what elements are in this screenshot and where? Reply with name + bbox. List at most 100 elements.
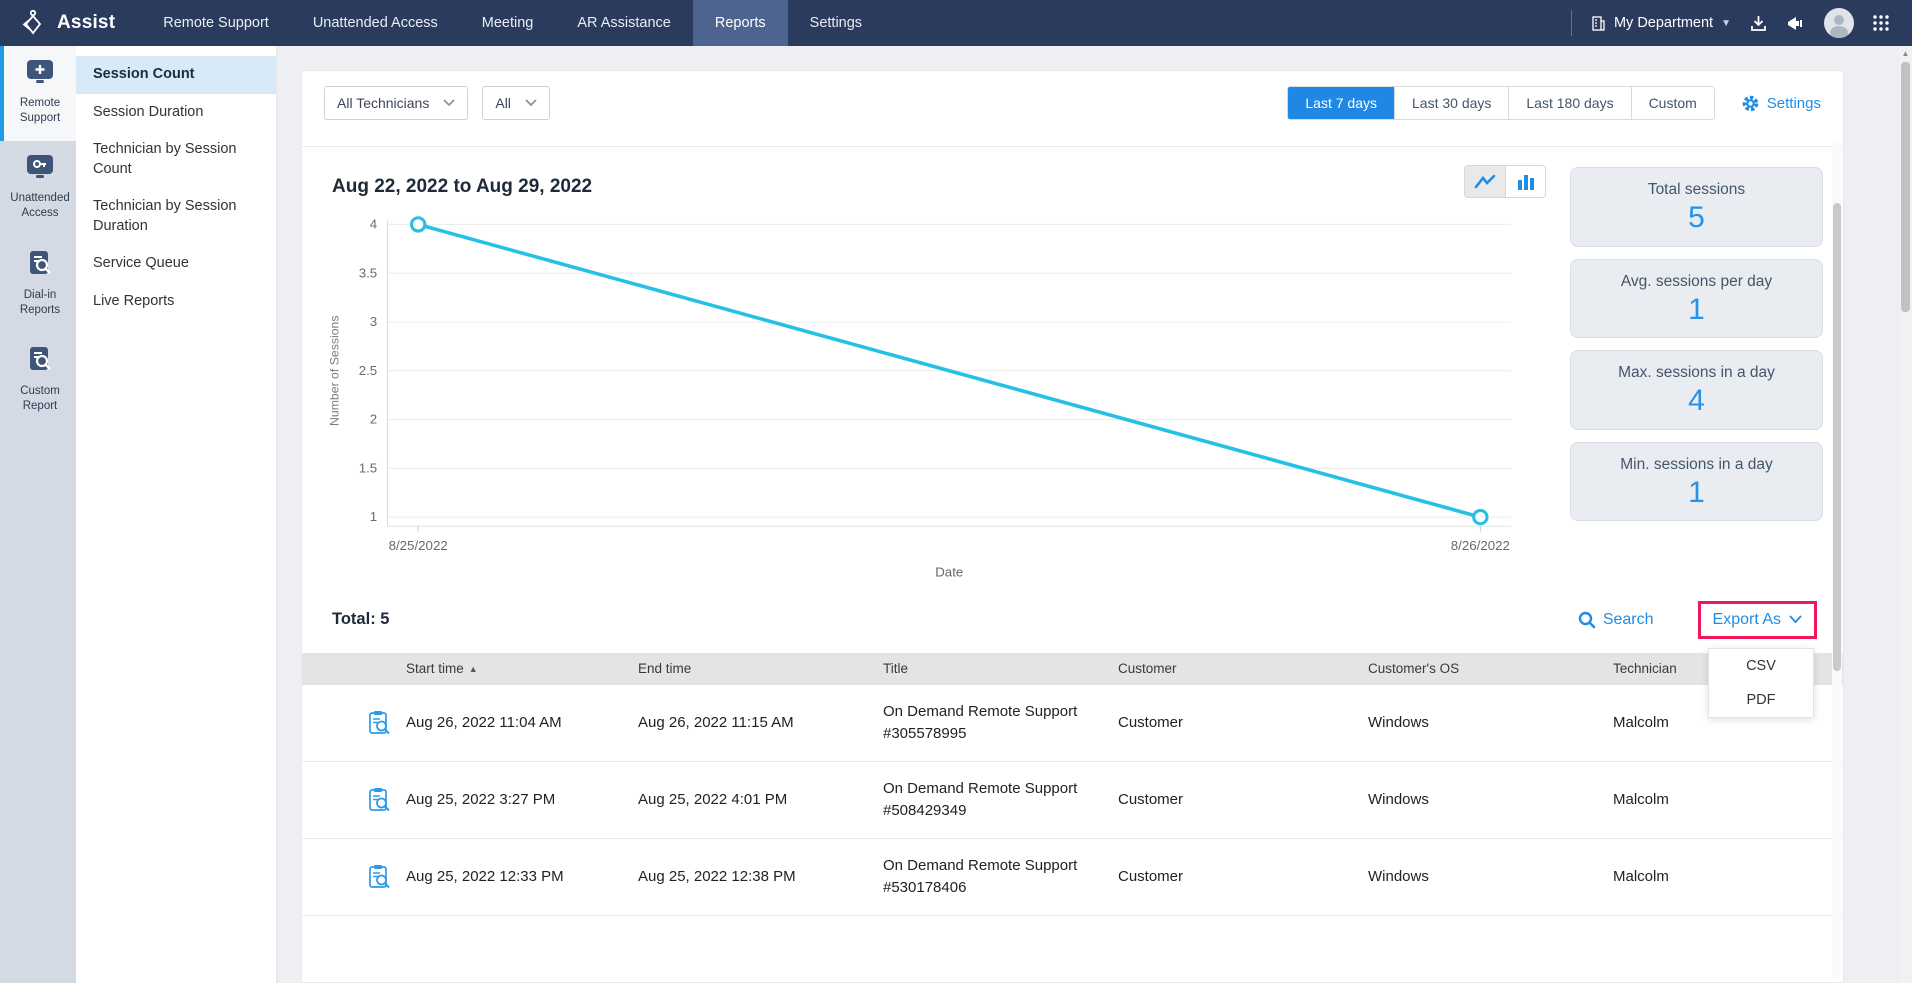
range-last-7-days[interactable]: Last 7 days: [1288, 87, 1395, 119]
nav-settings[interactable]: Settings: [788, 0, 884, 46]
panel-scrollbar[interactable]: [1832, 141, 1842, 978]
announcements-icon[interactable]: [1786, 14, 1806, 33]
scope-filter-value: All: [495, 95, 511, 111]
svg-text:Number of Sessions: Number of Sessions: [327, 316, 341, 426]
stat-value: 1: [1579, 293, 1814, 328]
cell-end-time: Aug 25, 2022 12:38 PM: [638, 866, 883, 888]
cell-technician: Malcolm: [1613, 789, 1843, 811]
nav-ar-assistance[interactable]: AR Assistance: [555, 0, 693, 46]
cell-customers-os: Windows: [1368, 712, 1613, 734]
top-nav-items: Remote Support Unattended Access Meeting…: [141, 0, 884, 46]
cell-title: On Demand Remote Support #305578995: [883, 701, 1118, 745]
rail-label: Custom Report: [8, 384, 72, 414]
stat-label: Min. sessions in a day: [1579, 456, 1814, 474]
summary-stats: Total sessions 5 Avg. sessions per day 1…: [1570, 165, 1823, 583]
sidebar-item-session-duration[interactable]: Session Duration: [76, 94, 276, 132]
search-label: Search: [1603, 611, 1654, 629]
search-icon: [1578, 611, 1596, 629]
filter-bar: All Technicians All Last 7 days Last 30 …: [302, 71, 1843, 147]
reports-sidebar: Session Count Session Duration Technicia…: [76, 46, 277, 983]
rail-label: Dial-in Reports: [8, 288, 72, 318]
page-scrollbar[interactable]: ▲: [1899, 46, 1912, 983]
stat-label: Avg. sessions per day: [1579, 273, 1814, 291]
sidebar-item-technician-by-session-duration[interactable]: Technician by Session Duration: [76, 188, 276, 245]
report-settings-button[interactable]: Settings: [1741, 94, 1821, 113]
table-header-row: Start time▲ End time Title Customer Cust…: [302, 653, 1843, 685]
cell-title: On Demand Remote Support #530178406: [883, 855, 1118, 899]
chevron-down-icon: [525, 99, 537, 107]
cell-start-time: Aug 25, 2022 3:27 PM: [406, 789, 638, 811]
cell-start-time: Aug 25, 2022 12:33 PM: [406, 866, 638, 888]
chart-date-range-title: Aug 22, 2022 to Aug 29, 2022: [324, 176, 592, 198]
export-option-pdf[interactable]: PDF: [1709, 683, 1813, 717]
chevron-down-icon: ▼: [1721, 18, 1731, 29]
rail-dial-in-reports[interactable]: Dial-in Reports: [0, 236, 76, 333]
rail-custom-report[interactable]: Custom Report: [0, 332, 76, 429]
chart-type-toggle: [1464, 165, 1546, 198]
apps-grid-icon[interactable]: [1872, 14, 1890, 32]
column-start-time[interactable]: Start time▲: [406, 661, 638, 676]
top-navbar: Assist Remote Support Unattended Access …: [0, 0, 1912, 46]
session-report-icon: [368, 710, 392, 736]
scroll-up-arrow-icon[interactable]: ▲: [1899, 46, 1912, 58]
sidebar-item-technician-by-session-count[interactable]: Technician by Session Count: [76, 131, 276, 188]
svg-text:1: 1: [370, 509, 377, 524]
organization-icon: [1590, 15, 1606, 32]
brand-name: Assist: [57, 12, 115, 34]
table-total-value: 5: [380, 610, 389, 628]
export-as-button-highlighted[interactable]: Export As: [1698, 601, 1817, 639]
stat-min-sessions-in-a-day: Min. sessions in a day 1: [1570, 442, 1823, 522]
cell-customer: Customer: [1118, 712, 1368, 734]
unattended-access-icon: [24, 154, 56, 180]
export-option-csv[interactable]: CSV: [1709, 649, 1813, 683]
report-panel: All Technicians All Last 7 days Last 30 …: [301, 70, 1844, 983]
page-scrollbar-thumb[interactable]: [1901, 62, 1910, 312]
sidebar-item-live-reports[interactable]: Live Reports: [76, 283, 276, 321]
line-chart-toggle-button[interactable]: [1465, 166, 1505, 197]
table-row[interactable]: Aug 26, 2022 11:04 AM Aug 26, 2022 11:15…: [302, 685, 1843, 762]
cell-start-time: Aug 26, 2022 11:04 AM: [406, 712, 638, 734]
cell-customer: Customer: [1118, 789, 1368, 811]
sidebar-item-service-queue[interactable]: Service Queue: [76, 245, 276, 283]
svg-text:2.5: 2.5: [359, 363, 378, 378]
assist-logo-icon: [20, 9, 48, 37]
chevron-down-icon: [443, 99, 455, 107]
session-report-icon: [368, 787, 392, 813]
export-as-label: Export As: [1713, 611, 1781, 629]
rail-remote-support[interactable]: Remote Support: [0, 46, 76, 141]
stat-avg-sessions-per-day: Avg. sessions per day 1: [1570, 259, 1823, 339]
nav-unattended-access[interactable]: Unattended Access: [291, 0, 460, 46]
table-search-button[interactable]: Search: [1578, 611, 1654, 629]
technician-filter-select[interactable]: All Technicians: [324, 86, 468, 120]
nav-remote-support[interactable]: Remote Support: [141, 0, 291, 46]
nav-reports[interactable]: Reports: [693, 0, 788, 46]
column-customers-os[interactable]: Customer's OS: [1368, 661, 1613, 676]
module-rail: Remote Support Unattended Access Dial-in…: [0, 46, 76, 983]
panel-scrollbar-thumb[interactable]: [1833, 203, 1841, 671]
user-avatar[interactable]: [1824, 8, 1854, 38]
table-row[interactable]: Aug 25, 2022 3:27 PM Aug 25, 2022 4:01 P…: [302, 762, 1843, 839]
cell-end-time: Aug 26, 2022 11:15 AM: [638, 712, 883, 734]
range-custom[interactable]: Custom: [1632, 87, 1714, 119]
app-brand[interactable]: Assist: [0, 0, 141, 46]
column-title[interactable]: Title: [883, 661, 1118, 676]
table-row[interactable]: Aug 25, 2022 12:33 PM Aug 25, 2022 12:38…: [302, 839, 1843, 916]
download-icon[interactable]: [1749, 14, 1768, 33]
scope-filter-select[interactable]: All: [482, 86, 550, 120]
range-last-30-days[interactable]: Last 30 days: [1395, 87, 1509, 119]
svg-text:8/25/2022: 8/25/2022: [389, 538, 448, 553]
cell-title: On Demand Remote Support #508429349: [883, 778, 1118, 822]
department-selector[interactable]: My Department ▼: [1590, 15, 1731, 32]
settings-label: Settings: [1767, 95, 1821, 112]
custom-report-icon: [26, 345, 54, 373]
remote-support-icon: [24, 59, 56, 85]
column-end-time[interactable]: End time: [638, 661, 883, 676]
stat-value: 5: [1579, 201, 1814, 236]
sidebar-item-session-count[interactable]: Session Count: [76, 56, 276, 94]
svg-text:2: 2: [370, 412, 377, 427]
nav-meeting[interactable]: Meeting: [460, 0, 556, 46]
column-customer[interactable]: Customer: [1118, 661, 1368, 676]
range-last-180-days[interactable]: Last 180 days: [1509, 87, 1631, 119]
rail-unattended-access[interactable]: Unattended Access: [0, 141, 76, 236]
bar-chart-toggle-button[interactable]: [1505, 166, 1545, 197]
